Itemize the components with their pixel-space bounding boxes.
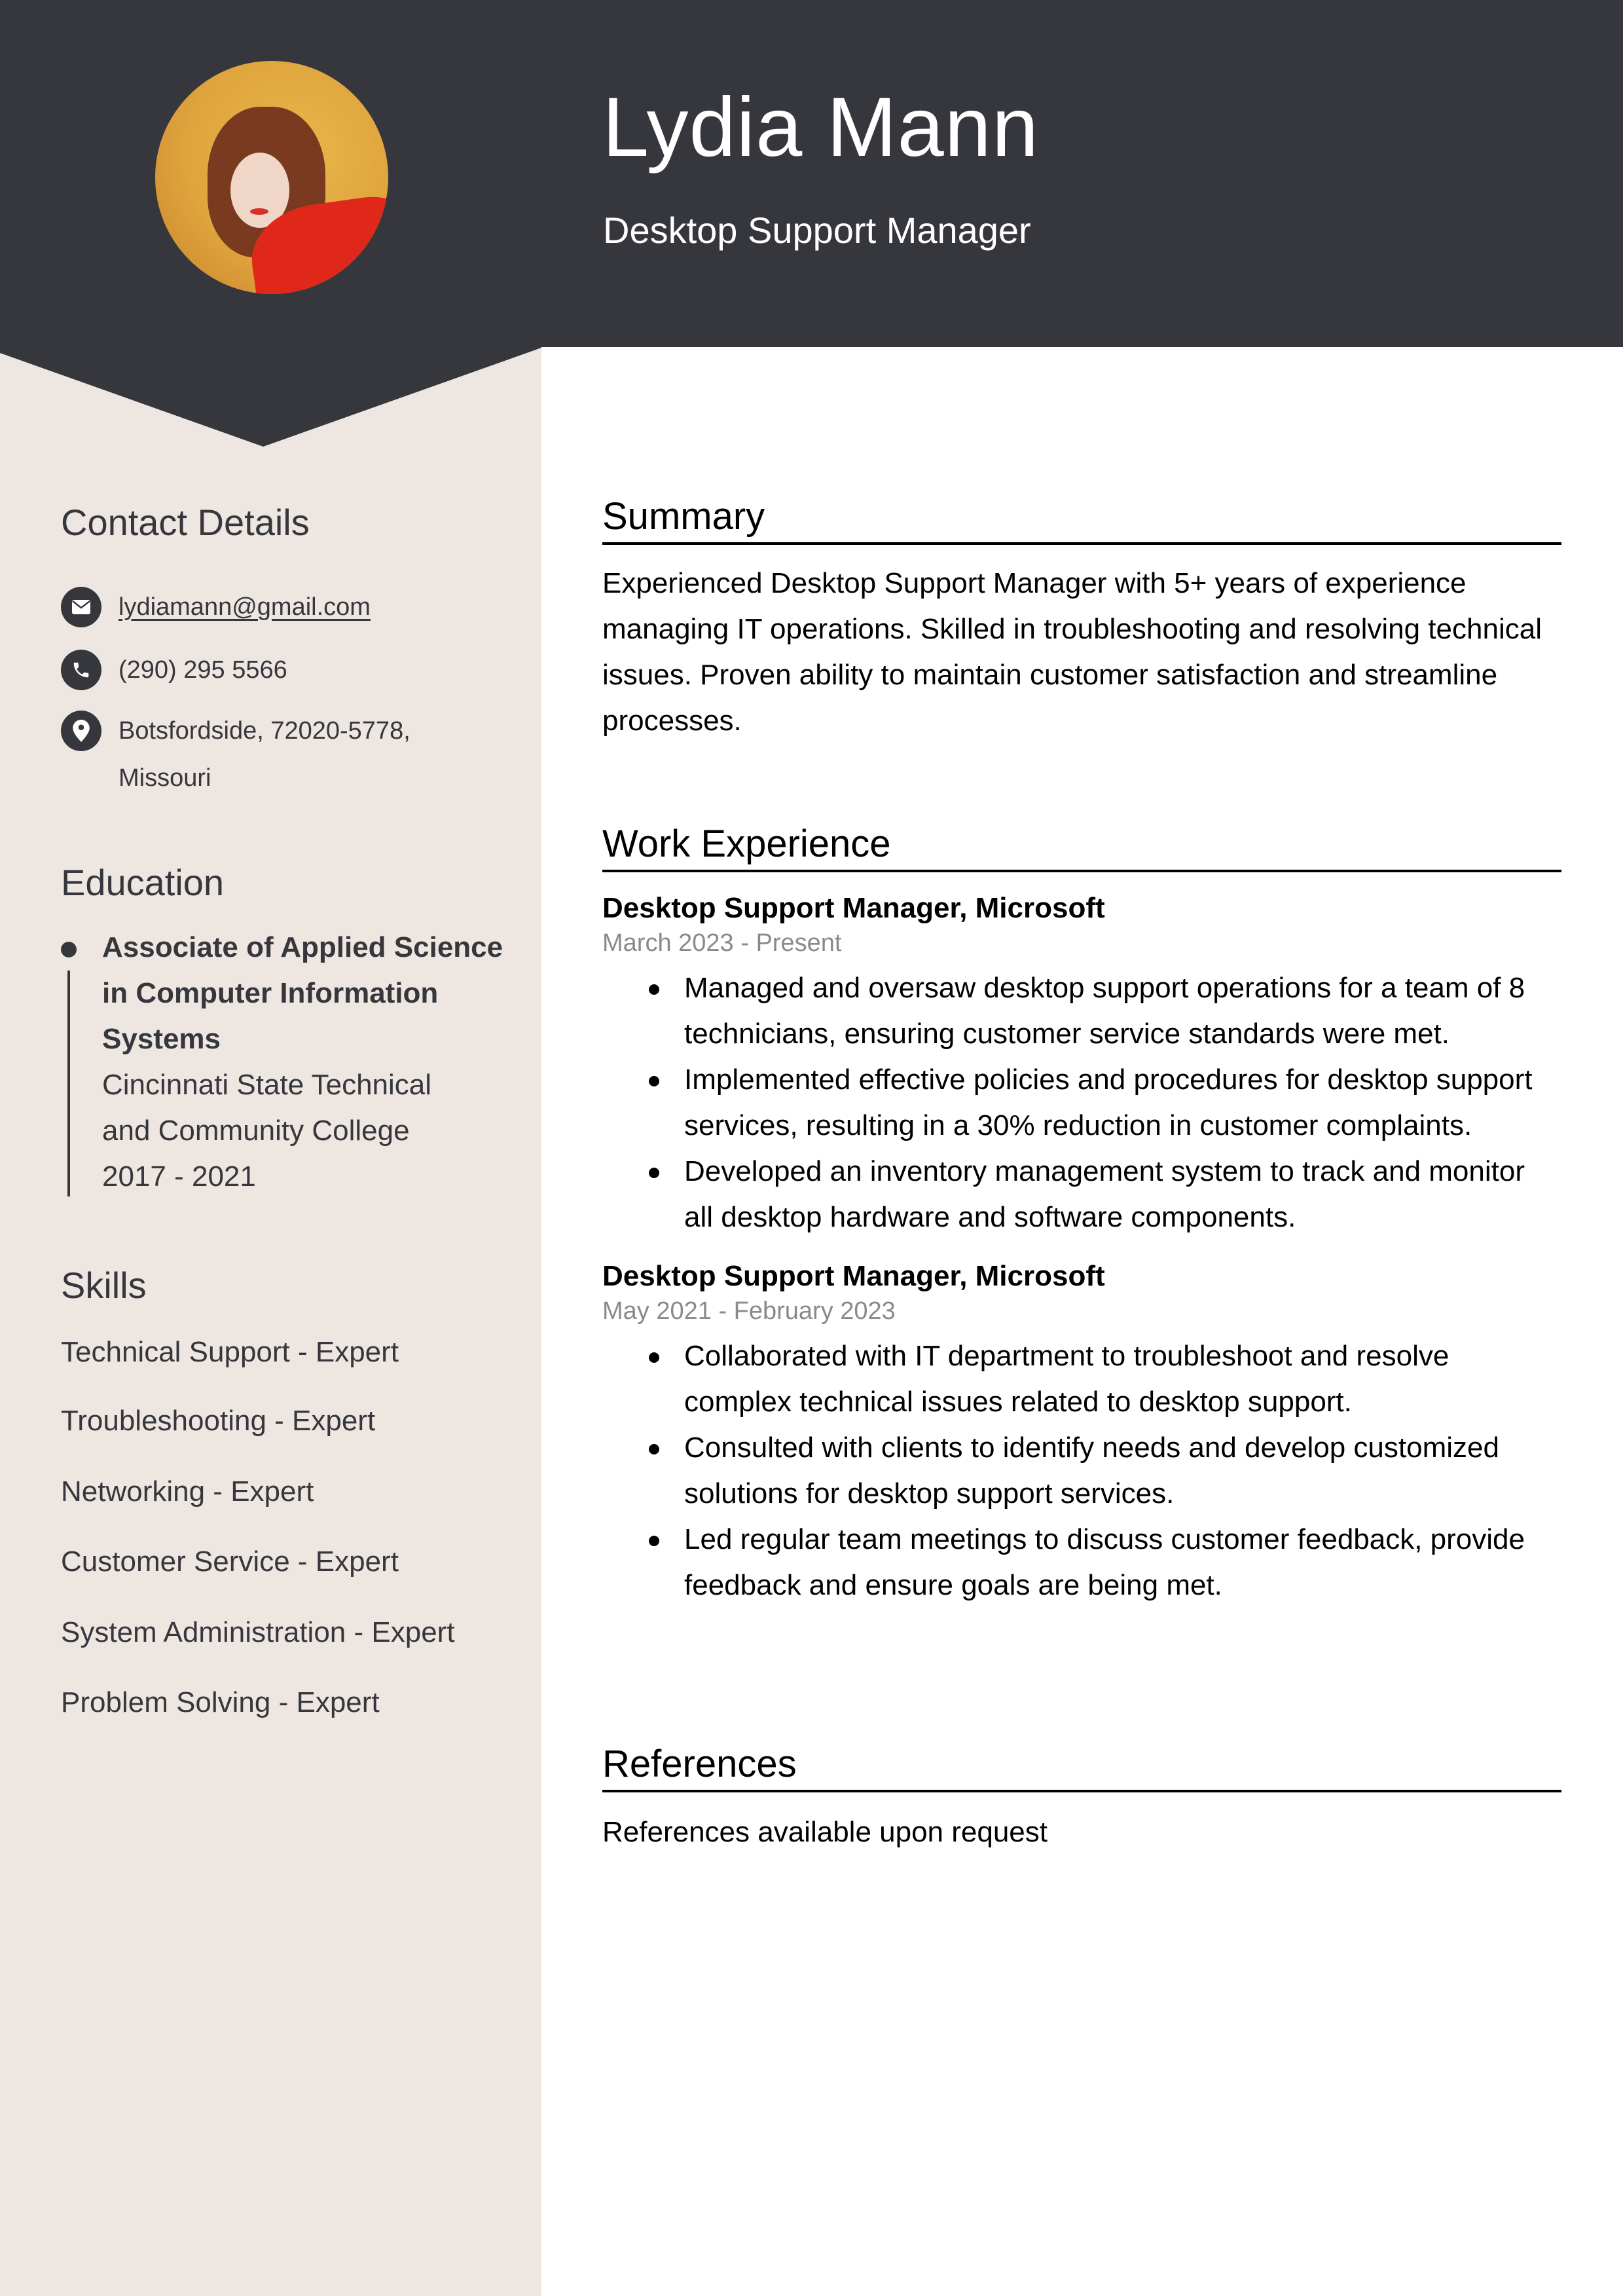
skill-item: Customer Service - Expert [61,1546,399,1578]
contact-email-row[interactable]: lydiamann@gmail.com [61,587,371,631]
timeline-line [67,971,70,1196]
candidate-name: Lydia Mann [602,81,1039,174]
job-bullet: Implemented effective policies and proce… [649,1057,1561,1149]
timeline-dot [61,942,77,957]
work-experience-section: Work Experience Desktop Support Manager,… [602,822,1561,1608]
contact-heading: Contact Details [61,502,310,543]
envelope-icon [61,587,101,627]
degree-line-3: Systems [102,1023,221,1055]
job-bullet: Managed and oversaw desktop support oper… [649,965,1561,1057]
degree-line-1: Associate of Applied Science [102,931,503,963]
contact-section: Contact Details [61,501,500,544]
references-heading: References [602,1742,1561,1792]
education-section: Education [61,861,500,904]
address-line-1: Botsfordside, 72020-5778, [119,717,410,745]
job-bullets: Collaborated with IT department to troub… [602,1333,1561,1608]
summary-heading: Summary [602,494,1561,545]
school-line-2: and Community College [102,1115,410,1147]
skills-section: Skills [61,1264,500,1306]
skill-item: System Administration - Expert [61,1616,455,1648]
references-section: References References available upon req… [602,1742,1561,1855]
location-pin-icon [61,711,101,751]
school-line-1: Cincinnati State Technical [102,1069,432,1101]
job-bullet: Consulted with clients to identify needs… [649,1425,1561,1517]
skill-item: Technical Support - Expert [61,1336,399,1368]
education-years: 2017 - 2021 [102,1160,256,1193]
candidate-title: Desktop Support Manager [603,210,1031,251]
education-entry: Associate of Applied Science in Computer… [61,925,506,1200]
job-title: Desktop Support Manager, Microsoft [602,1260,1105,1292]
job-entry: Desktop Support Manager, Microsoft March… [602,889,1561,1240]
education-school: Cincinnati State Technical and Community… [102,1062,506,1154]
phone-icon [61,650,101,690]
header-chevron [0,346,541,447]
contact-phone-row: (290) 295 5566 [61,650,287,694]
skill-item: Networking - Expert [61,1475,314,1508]
education-degree: Associate of Applied Science in Computer… [102,925,506,1062]
summary-section: Summary Experienced Desktop Support Mana… [602,494,1561,744]
job-entry: Desktop Support Manager, Microsoft May 2… [602,1257,1561,1608]
contact-address: Botsfordside, 72020-5778, Missouri [119,707,410,802]
contact-address-row: Botsfordside, 72020-5778, Missouri [61,711,410,802]
contact-phone: (290) 295 5566 [119,656,287,684]
degree-line-2: in Computer Information [102,977,439,1009]
references-text: References available upon request [602,1816,1048,1848]
address-line-2: Missouri [119,764,211,792]
job-title: Desktop Support Manager, Microsoft [602,892,1105,924]
job-bullets: Managed and oversaw desktop support oper… [602,965,1561,1240]
job-dates: May 2021 - February 2023 [602,1297,896,1325]
photo-lips [250,208,268,215]
skill-item: Problem Solving - Expert [61,1686,380,1718]
job-bullet: Led regular team meetings to discuss cus… [649,1517,1561,1608]
job-bullet: Developed an inventory management system… [649,1149,1561,1240]
job-bullet: Collaborated with IT department to troub… [649,1333,1561,1425]
summary-text: Experienced Desktop Support Manager with… [602,567,1542,737]
profile-photo [155,61,388,294]
skills-heading: Skills [61,1265,147,1306]
education-heading: Education [61,862,225,903]
skill-item: Troubleshooting - Expert [61,1405,376,1437]
contact-email[interactable]: lydiamann@gmail.com [119,583,371,631]
work-experience-heading: Work Experience [602,822,1561,872]
job-dates: March 2023 - Present [602,929,842,957]
